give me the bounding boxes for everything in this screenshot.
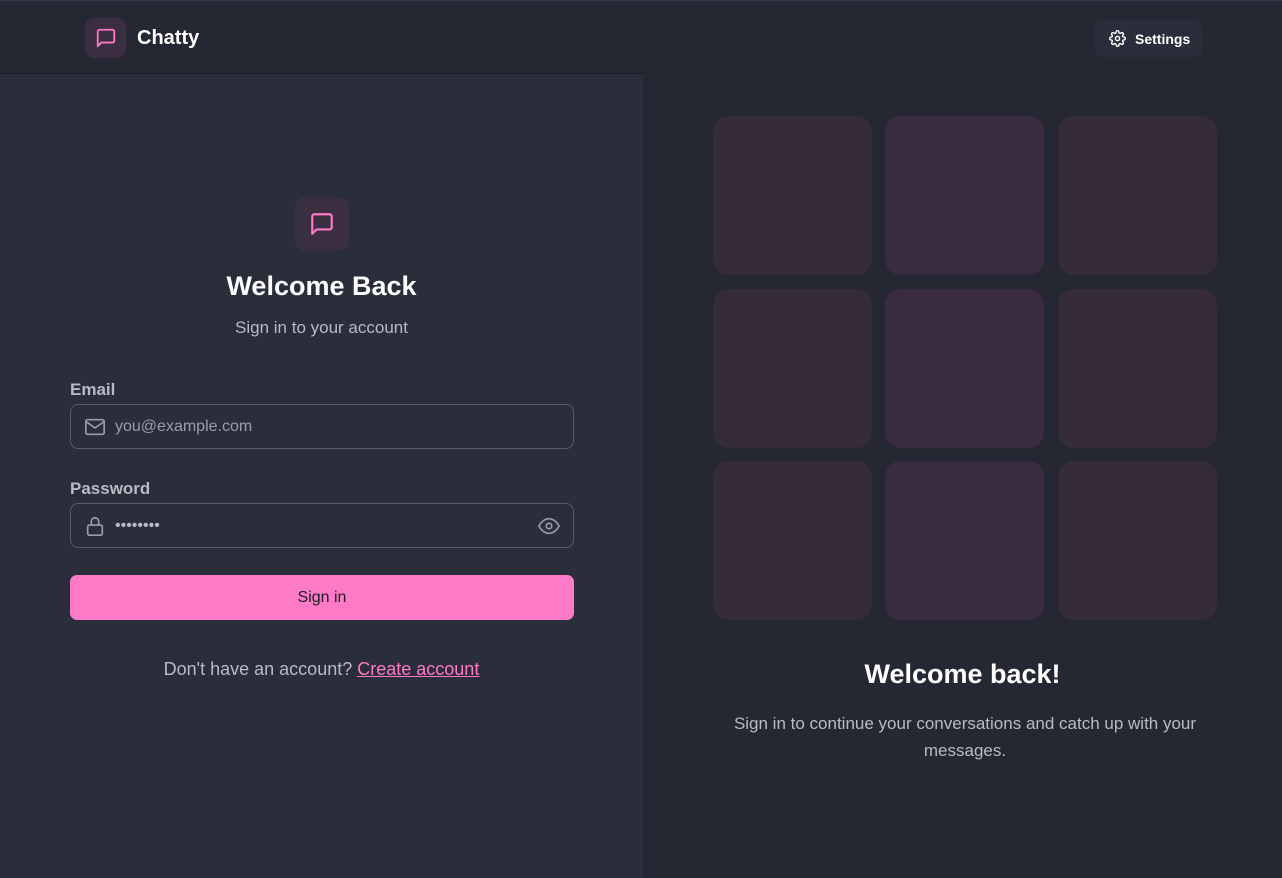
signup-prompt: Don't have an account? Create account (0, 659, 643, 680)
password-field[interactable] (115, 504, 515, 547)
pattern-tile (1058, 289, 1217, 448)
password-label: Password (70, 479, 151, 498)
message-square-icon (311, 213, 333, 235)
settings-button[interactable]: Settings (1095, 20, 1202, 57)
eye-icon[interactable] (538, 515, 560, 537)
password-field-wrapper (70, 503, 574, 548)
no-account-text: Don't have an account? (163, 659, 353, 679)
email-field-wrapper (70, 404, 574, 449)
pattern-tile (713, 116, 872, 275)
page-subtitle: Sign in to your account (235, 318, 408, 337)
email-label: Email (70, 380, 116, 399)
gear-icon (1109, 30, 1126, 47)
message-square-icon (96, 28, 115, 48)
promo-text: Sign in to continue your conversations a… (733, 714, 1197, 760)
promo-panel: Welcome back! Sign in to continue your c… (643, 75, 1282, 878)
promo-title: Welcome back! (864, 659, 1061, 689)
pattern-tile (1058, 461, 1217, 620)
pattern-tile (885, 289, 1044, 448)
sign-in-button[interactable]: Sign in (70, 575, 574, 620)
pattern-tile (885, 116, 1044, 275)
create-account-link[interactable]: Create account (357, 659, 479, 679)
lock-icon (86, 516, 104, 536)
top-navbar: Chatty Settings (0, 0, 1282, 74)
brand-name[interactable]: Chatty (137, 27, 199, 50)
login-panel: Welcome Back Sign in to your account Ema… (0, 75, 643, 878)
email-field[interactable] (115, 405, 515, 448)
logo-badge[interactable] (85, 18, 126, 58)
mail-icon (85, 418, 105, 436)
pattern-tile (1058, 116, 1217, 275)
page-title: Welcome Back (226, 271, 417, 301)
pattern-tile (713, 461, 872, 620)
login-logo (295, 197, 349, 251)
pattern-tile (713, 289, 872, 448)
settings-label: Settings (1135, 30, 1191, 47)
pattern-tile (885, 461, 1044, 620)
